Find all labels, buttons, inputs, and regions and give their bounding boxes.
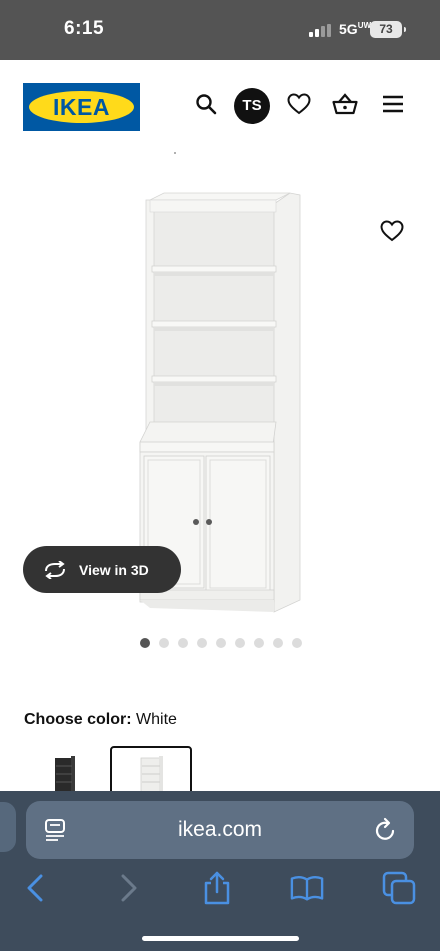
carousel-dot[interactable] [197,638,207,648]
favorite-heart-icon[interactable] [380,220,406,246]
color-swatch-white[interactable] [110,746,192,796]
battery-level: 73 [379,22,393,36]
carousel-dot[interactable] [254,638,264,648]
product-gallery[interactable]: View in 3D [0,160,440,630]
separator-dot [174,152,176,154]
previous-tab-peek[interactable] [0,802,16,852]
bookmarks-icon[interactable] [290,871,324,905]
status-time: 6:15 [64,18,105,39]
back-icon[interactable] [18,871,52,905]
home-indicator[interactable] [142,936,299,941]
url-text[interactable]: ikea.com [26,801,414,859]
carousel-dot[interactable] [292,638,302,648]
status-bar: 6:15 5GUW 73 [0,0,440,60]
carousel-dot[interactable] [159,638,169,648]
search-icon[interactable] [192,90,220,118]
carousel-dot[interactable] [178,638,188,648]
choose-color-label: Choose color: [24,711,132,728]
network-type: 5GUW [339,21,372,37]
selected-color-value: White [136,711,177,728]
logo-text: IKEA [53,94,110,120]
carousel-dot[interactable] [273,638,283,648]
carousel-dot[interactable] [140,638,150,648]
basket-icon[interactable] [331,90,359,118]
rotate-3d-icon [45,560,65,579]
tabs-icon[interactable] [382,871,416,905]
ikea-logo[interactable]: IKEA [23,83,140,131]
color-swatch-black[interactable] [24,746,106,796]
white-bookcase-thumbnail [140,756,163,794]
site-header: IKEA TS [0,60,440,150]
black-bookcase-thumbnail [55,756,75,796]
menu-icon[interactable] [379,90,407,118]
carousel-dot[interactable] [216,638,226,648]
browser-toolbar: ikea.com [0,791,440,951]
color-chooser-label: Choose color: White [24,711,177,729]
account-avatar[interactable]: TS [234,88,270,124]
view-in-3d-label: View in 3D [79,561,149,578]
forward-icon[interactable] [112,871,146,905]
carousel-dot[interactable] [235,638,245,648]
share-icon[interactable] [200,871,234,905]
view-in-3d-button[interactable]: View in 3D [23,546,181,593]
carousel-indicator[interactable] [140,638,302,648]
heart-icon[interactable] [285,90,313,118]
reload-icon[interactable] [374,817,398,848]
battery-icon: 73 [370,21,406,38]
cellular-signal-icon [309,24,333,37]
address-bar[interactable]: ikea.com [26,801,414,859]
